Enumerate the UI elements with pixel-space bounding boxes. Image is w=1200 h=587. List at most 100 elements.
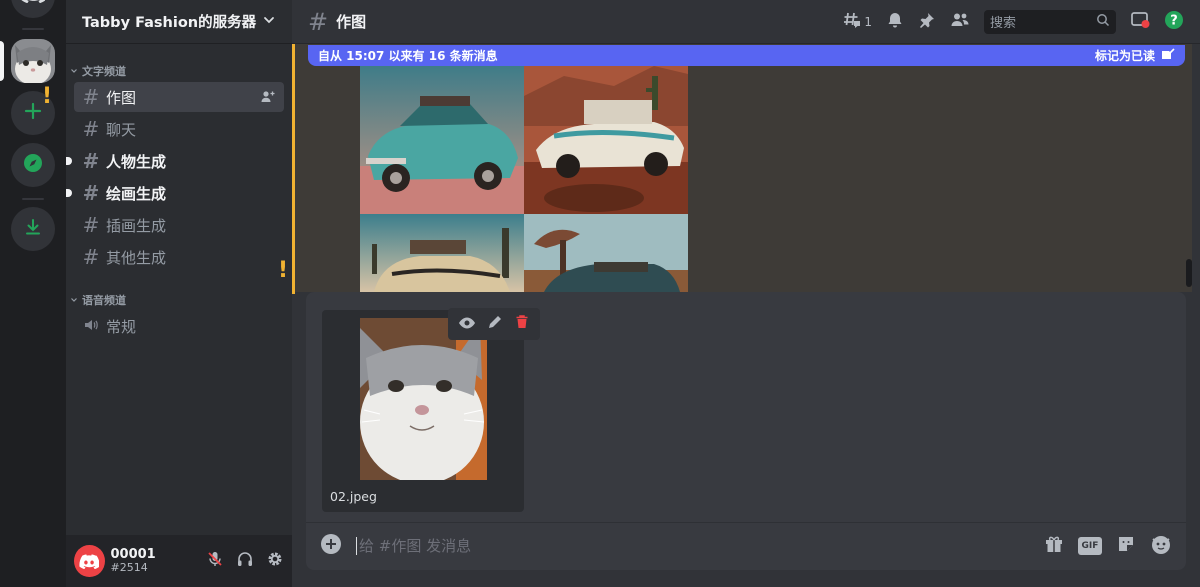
headphones-icon[interactable] bbox=[236, 550, 254, 572]
server-rail: ! bbox=[0, 0, 66, 587]
hash-icon: # bbox=[82, 117, 100, 141]
composer-divider bbox=[306, 522, 1186, 523]
chat-header: # 作图 1 搜索 ? bbox=[292, 0, 1200, 44]
warning-marker: ! bbox=[278, 258, 289, 283]
rail-separator bbox=[22, 28, 44, 30]
generated-image-grid[interactable] bbox=[360, 66, 688, 292]
rail-separator bbox=[22, 198, 44, 200]
user-tag: #2514 bbox=[110, 561, 148, 575]
warning-marker: ! bbox=[42, 84, 53, 109]
compass-icon bbox=[22, 152, 44, 178]
pin-icon[interactable] bbox=[918, 11, 936, 33]
threads-button[interactable]: 1 bbox=[842, 10, 872, 34]
attachment-preview[interactable]: 02.jpeg bbox=[322, 310, 524, 512]
chat-area: # 作图 1 搜索 ? 自从 15:07 以来有 16 条新消息 标记为已读 0… bbox=[292, 0, 1200, 587]
gift-icon[interactable] bbox=[1044, 534, 1064, 558]
guild-name: Tabby Fashion的服务器 bbox=[82, 15, 257, 31]
category-voice-channels[interactable]: 语音频道 bbox=[70, 292, 126, 308]
channel-zuotu[interactable]: # 作图 bbox=[74, 82, 284, 112]
image-tile-3[interactable] bbox=[360, 214, 524, 292]
selected-server-indicator bbox=[0, 41, 4, 81]
speaker-icon bbox=[82, 314, 100, 338]
channel-huihua[interactable]: # 绘画生成 bbox=[66, 178, 284, 208]
channel-label: 聊天 bbox=[106, 120, 137, 139]
image-tile-2[interactable] bbox=[524, 66, 688, 214]
help-icon[interactable]: ? bbox=[1164, 10, 1184, 34]
user-info[interactable]: 00001 #2514 bbox=[110, 546, 203, 575]
channel-title: 作图 bbox=[336, 13, 367, 31]
add-server-icon bbox=[23, 101, 43, 125]
channel-label: 作图 bbox=[106, 88, 137, 107]
chevron-down-icon bbox=[262, 13, 276, 31]
composer-input-row: GIF bbox=[306, 524, 1186, 568]
trash-icon[interactable] bbox=[514, 314, 530, 334]
search-input[interactable]: 搜索 bbox=[984, 9, 1116, 34]
attachment-filename: 02.jpeg bbox=[330, 489, 377, 504]
attachment-actions bbox=[448, 308, 540, 340]
eye-icon[interactable] bbox=[458, 315, 476, 334]
mark-read-button[interactable]: 标记为已读 bbox=[1095, 47, 1175, 64]
channel-sidebar: Tabby Fashion的服务器 文字频道 # 作图 # 聊天 # 人物生成 bbox=[66, 0, 292, 587]
download-icon bbox=[23, 217, 43, 241]
hash-icon: # bbox=[82, 85, 100, 109]
members-icon[interactable] bbox=[950, 11, 970, 33]
plus-circle-icon[interactable] bbox=[320, 533, 342, 559]
threads-icon bbox=[842, 10, 862, 34]
gif-button[interactable]: GIF bbox=[1078, 537, 1102, 555]
hash-icon: # bbox=[82, 181, 100, 205]
add-member-icon[interactable] bbox=[260, 89, 276, 109]
discord-icon bbox=[21, 0, 46, 7]
hash-icon: # bbox=[308, 7, 329, 36]
chevron-down-icon bbox=[71, 298, 77, 302]
hash-icon: # bbox=[82, 213, 100, 237]
sticker-icon[interactable] bbox=[1116, 534, 1136, 558]
category-label: 文字频道 bbox=[82, 65, 126, 78]
server-icon-tabby[interactable] bbox=[11, 39, 55, 83]
channel-chahua[interactable]: # 插画生成 bbox=[74, 210, 284, 240]
channel-renwu[interactable]: # 人物生成 bbox=[66, 146, 284, 176]
channel-label: 人物生成 bbox=[106, 152, 167, 171]
user-panel: 00001 #2514 bbox=[66, 535, 292, 587]
threads-count: 1 bbox=[864, 14, 872, 29]
new-messages-text: 自从 15:07 以来有 16 条新消息 bbox=[318, 49, 498, 63]
mute-mic-icon[interactable] bbox=[206, 550, 224, 572]
image-tile-1[interactable] bbox=[360, 66, 524, 214]
avatar[interactable] bbox=[74, 545, 105, 577]
channel-liaotian[interactable]: # 聊天 bbox=[74, 114, 284, 144]
username: 00001 bbox=[110, 546, 156, 562]
guild-header[interactable]: Tabby Fashion的服务器 bbox=[66, 0, 292, 44]
gear-icon[interactable] bbox=[266, 550, 284, 572]
unread-line bbox=[292, 44, 295, 294]
search-placeholder: 搜索 bbox=[990, 16, 1017, 31]
discord-app: ! Tabby Fashion的服务器 文字频道 # 作图 # 聊天 # 人物生… bbox=[0, 0, 1200, 587]
channel-qita[interactable]: # 其他生成 bbox=[74, 242, 284, 272]
emoji-icon[interactable] bbox=[1150, 533, 1172, 559]
channel-label: 插画生成 bbox=[106, 216, 167, 235]
unread-indicator bbox=[66, 189, 72, 197]
mark-read-icon bbox=[1161, 48, 1175, 63]
chevron-down-icon bbox=[71, 69, 77, 73]
category-text-channels[interactable]: 文字频道 bbox=[70, 63, 126, 79]
message-list[interactable] bbox=[292, 44, 1192, 292]
svg-text:?: ? bbox=[1170, 13, 1178, 28]
download-apps-button[interactable] bbox=[11, 207, 55, 251]
home-button[interactable] bbox=[11, 0, 55, 18]
channel-label: 常规 bbox=[106, 317, 137, 336]
pencil-icon[interactable] bbox=[487, 314, 503, 334]
message-composer: 02.jpeg 给 #作图 发消息 GIF bbox=[306, 292, 1186, 570]
search-icon bbox=[1096, 13, 1110, 31]
image-tile-4[interactable] bbox=[524, 214, 688, 292]
new-messages-banner[interactable]: 自从 15:07 以来有 16 条新消息 标记为已读 bbox=[308, 45, 1185, 66]
attachment-image bbox=[360, 318, 487, 480]
inbox-icon[interactable] bbox=[1130, 11, 1150, 33]
voice-channel-general[interactable]: 常规 bbox=[74, 311, 284, 341]
channel-label: 绘画生成 bbox=[106, 184, 167, 203]
hash-icon: # bbox=[82, 149, 100, 173]
scrollbar-thumb[interactable] bbox=[1186, 259, 1192, 287]
category-label: 语音频道 bbox=[82, 294, 126, 307]
message-input[interactable] bbox=[356, 537, 1044, 555]
bell-icon[interactable] bbox=[886, 11, 904, 33]
hash-icon: # bbox=[82, 245, 100, 269]
unread-indicator bbox=[66, 157, 72, 165]
explore-servers-button[interactable] bbox=[11, 143, 55, 187]
